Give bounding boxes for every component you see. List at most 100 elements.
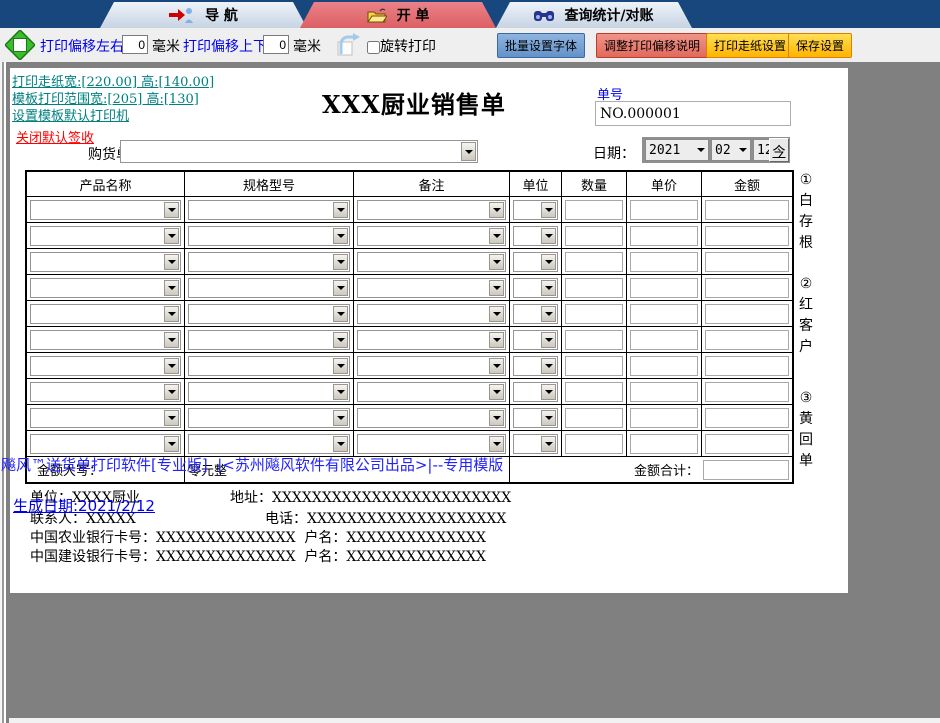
- generated-date-link[interactable]: 生成日期:2021/2/12: [13, 495, 155, 516]
- qty-input[interactable]: [565, 277, 623, 298]
- chevron-down-icon[interactable]: [541, 435, 556, 452]
- chevron-down-icon[interactable]: [541, 201, 556, 218]
- amount-input[interactable]: [705, 381, 789, 402]
- amount-input[interactable]: [705, 225, 789, 246]
- spec-combo[interactable]: [188, 277, 350, 298]
- unit-combo[interactable]: [513, 251, 558, 272]
- chevron-down-icon[interactable]: [164, 357, 179, 374]
- qty-input[interactable]: [565, 381, 623, 402]
- chevron-down-icon[interactable]: [164, 227, 179, 244]
- chevron-down-icon[interactable]: [489, 409, 504, 426]
- chevron-down-icon[interactable]: [333, 279, 348, 296]
- chevron-down-icon[interactable]: [489, 279, 504, 296]
- amount-input[interactable]: [705, 355, 789, 376]
- price-input[interactable]: [630, 303, 698, 324]
- price-input[interactable]: [630, 225, 698, 246]
- amount-input[interactable]: [705, 303, 789, 324]
- qty-input[interactable]: [565, 303, 623, 324]
- unit-combo[interactable]: [513, 407, 558, 428]
- buyer-combo[interactable]: [120, 140, 478, 163]
- unit-combo[interactable]: [513, 199, 558, 220]
- price-input[interactable]: [630, 251, 698, 272]
- chevron-down-icon[interactable]: [333, 435, 348, 452]
- unit-combo[interactable]: [513, 433, 558, 454]
- spec-combo[interactable]: [188, 329, 350, 350]
- chevron-down-icon[interactable]: [164, 305, 179, 322]
- chevron-down-icon[interactable]: [541, 383, 556, 400]
- chevron-down-icon[interactable]: [164, 279, 179, 296]
- spec-combo[interactable]: [188, 433, 350, 454]
- chevron-down-icon[interactable]: [333, 357, 348, 374]
- spec-combo[interactable]: [188, 199, 350, 220]
- note-combo[interactable]: [357, 277, 506, 298]
- chevron-down-icon[interactable]: [541, 279, 556, 296]
- batch-font-button[interactable]: 批量设置字体: [497, 33, 586, 58]
- qty-input[interactable]: [565, 225, 623, 246]
- amount-input[interactable]: [705, 433, 789, 454]
- chevron-down-icon[interactable]: [333, 253, 348, 270]
- note-combo[interactable]: [357, 433, 506, 454]
- product-combo[interactable]: [30, 225, 181, 246]
- spec-combo[interactable]: [188, 225, 350, 246]
- chevron-down-icon[interactable]: [164, 253, 179, 270]
- date-year-select[interactable]: 2021: [645, 139, 709, 161]
- date-month-select[interactable]: 02: [711, 139, 751, 161]
- chevron-down-icon[interactable]: [541, 331, 556, 348]
- chevron-down-icon[interactable]: [489, 331, 504, 348]
- chevron-down-icon[interactable]: [489, 227, 504, 244]
- spec-combo[interactable]: [188, 407, 350, 428]
- spec-combo[interactable]: [188, 303, 350, 324]
- qty-input[interactable]: [565, 407, 623, 428]
- total-input[interactable]: [703, 459, 789, 480]
- chevron-down-icon[interactable]: [541, 227, 556, 244]
- unit-combo[interactable]: [513, 303, 558, 324]
- chevron-down-icon[interactable]: [164, 409, 179, 426]
- unit-combo[interactable]: [513, 355, 558, 376]
- rotate-print-checkbox[interactable]: [367, 41, 380, 54]
- qty-input[interactable]: [565, 355, 623, 376]
- product-combo[interactable]: [30, 199, 181, 220]
- tab-navigation[interactable]: 导 航: [100, 2, 307, 28]
- close-sign-link[interactable]: 关闭默认签收: [16, 127, 94, 146]
- product-combo[interactable]: [30, 407, 181, 428]
- amount-input[interactable]: [705, 407, 789, 428]
- price-input[interactable]: [630, 381, 698, 402]
- product-combo[interactable]: [30, 433, 181, 454]
- chevron-down-icon[interactable]: [164, 331, 179, 348]
- note-combo[interactable]: [357, 303, 506, 324]
- spec-combo[interactable]: [188, 251, 350, 272]
- unit-combo[interactable]: [513, 277, 558, 298]
- chevron-down-icon[interactable]: [164, 201, 179, 218]
- unit-combo[interactable]: [513, 329, 558, 350]
- chevron-down-icon[interactable]: [333, 383, 348, 400]
- chevron-down-icon[interactable]: [461, 142, 476, 161]
- price-input[interactable]: [630, 355, 698, 376]
- default-printer-link[interactable]: 设置模板默认打印机: [12, 105, 129, 124]
- unit-combo[interactable]: [513, 225, 558, 246]
- price-input[interactable]: [630, 329, 698, 350]
- offset-lr-input[interactable]: [122, 35, 148, 54]
- qty-input[interactable]: [565, 199, 623, 220]
- chevron-down-icon[interactable]: [333, 201, 348, 218]
- price-input[interactable]: [630, 433, 698, 454]
- product-combo[interactable]: [30, 303, 181, 324]
- save-settings-button[interactable]: 保存设置: [788, 33, 853, 58]
- chevron-down-icon[interactable]: [541, 305, 556, 322]
- product-combo[interactable]: [30, 329, 181, 350]
- note-combo[interactable]: [357, 329, 506, 350]
- chevron-down-icon[interactable]: [489, 357, 504, 374]
- product-combo[interactable]: [30, 381, 181, 402]
- price-input[interactable]: [630, 407, 698, 428]
- chevron-down-icon[interactable]: [489, 435, 504, 452]
- chevron-down-icon[interactable]: [489, 201, 504, 218]
- offset-tb-input[interactable]: [263, 35, 289, 54]
- chevron-down-icon[interactable]: [333, 305, 348, 322]
- chevron-down-icon[interactable]: [541, 409, 556, 426]
- chevron-down-icon[interactable]: [541, 357, 556, 374]
- chevron-down-icon[interactable]: [164, 435, 179, 452]
- paper-setup-button[interactable]: 打印走纸设置: [706, 33, 795, 58]
- unit-combo[interactable]: [513, 381, 558, 402]
- amount-input[interactable]: [705, 329, 789, 350]
- chevron-down-icon[interactable]: [489, 305, 504, 322]
- today-button[interactable]: 今: [769, 138, 789, 162]
